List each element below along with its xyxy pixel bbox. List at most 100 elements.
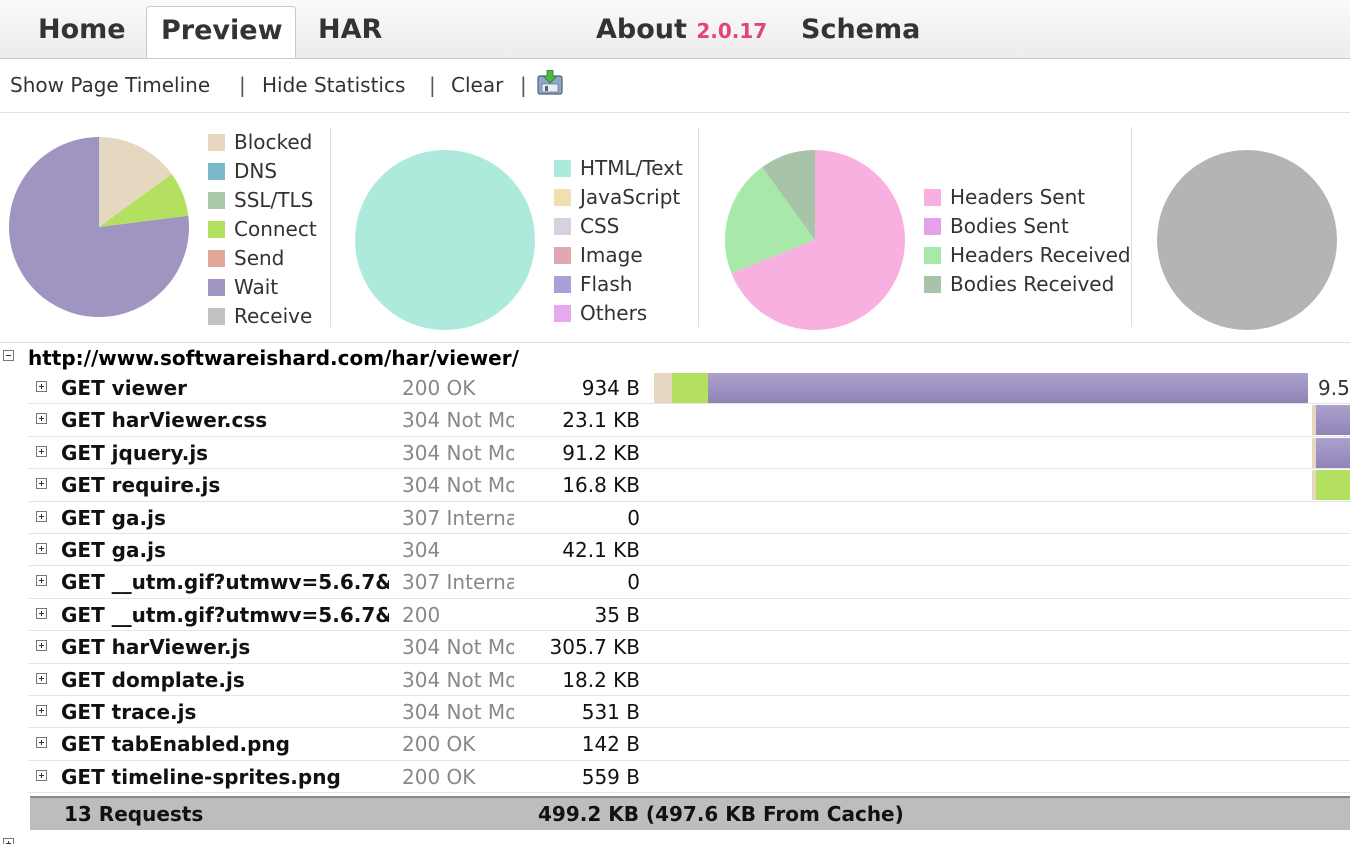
tab-preview[interactable]: Preview [146, 6, 296, 58]
show-page-timeline-button[interactable]: Show Page Timeline [10, 73, 210, 97]
legend-swatch [208, 279, 225, 296]
expand-request-icon[interactable] [36, 413, 47, 425]
divider [698, 127, 699, 327]
request-row[interactable]: GET trace.js 304 Not Modified 531 B [28, 696, 1350, 729]
request-size: 559 B [581, 764, 640, 789]
request-size: 0 [627, 505, 640, 530]
request-url: GET ga.js [61, 505, 166, 530]
request-row[interactable]: GET tabEnabled.png 200 OK 142 B [28, 728, 1350, 761]
content-type-pie-chart [355, 150, 535, 330]
cache-pie-chart [1157, 150, 1337, 330]
timeline-bar-wait [1316, 437, 1350, 468]
request-row[interactable]: GET harViewer.css 304 Not Modified 23.1 KB [28, 404, 1350, 437]
expand-request-icon[interactable] [36, 445, 47, 457]
timeline-bar-connect [672, 373, 708, 403]
legend-label: Headers Received [950, 243, 1131, 267]
legend-label: Receive [234, 304, 313, 328]
toolbar-separator: | [239, 73, 246, 97]
divider [330, 127, 331, 327]
expand-request-icon[interactable] [36, 381, 47, 392]
request-row[interactable]: GET __utm.gif?utmwv=5.6.7&307 Internal R… [28, 566, 1350, 599]
page-url: http://www.softwareishard.com/har/viewer… [28, 346, 519, 370]
tab-schema[interactable]: Schema [801, 14, 920, 45]
expand-request-icon[interactable] [36, 607, 47, 619]
legend-label: HTML/Text [580, 156, 683, 180]
legend-label: Headers Sent [950, 185, 1086, 209]
request-row[interactable]: GET harViewer.js 304 Not Modified 305.7 KB [28, 631, 1350, 664]
divider [1131, 127, 1132, 327]
request-url: GET jquery.js [61, 440, 209, 465]
expand-request-icon[interactable] [36, 769, 47, 781]
request-timeline [654, 665, 1350, 695]
tab-har[interactable]: HAR [318, 14, 382, 45]
request-timeline [654, 762, 1350, 792]
request-row[interactable]: GET domplate.js 304 Not Modified 18.2 KB [28, 664, 1350, 696]
timings-pie-chart [9, 137, 190, 318]
clear-button[interactable]: Clear [451, 73, 503, 97]
legend-swatch [208, 250, 225, 267]
tab-about[interactable]: About 2.0.17 [596, 14, 767, 45]
page-row[interactable]: http://www.softwareishard.com/har/viewer… [0, 342, 1350, 373]
request-url: GET trace.js [61, 699, 197, 724]
request-status: 200 [402, 602, 441, 627]
request-url: GET harViewer.css [61, 408, 268, 433]
legend-label: Blocked [234, 130, 313, 154]
request-size: 142 B [581, 732, 640, 757]
request-status: 307 Internal Redirect [402, 570, 514, 595]
request-row[interactable]: GET timeline-sprites.png 200 OK 559 B [28, 761, 1350, 794]
legend-label: Flash [580, 272, 633, 296]
request-timeline [654, 632, 1350, 662]
legend-label: Others [580, 301, 648, 325]
legend-label: SSL/TLS [234, 188, 314, 212]
request-size: 934 B [581, 376, 640, 400]
request-row[interactable]: GET jquery.js 304 Not Modified 91.2 KB [28, 437, 1350, 470]
save-download-icon[interactable] [536, 70, 564, 96]
expand-request-icon[interactable] [36, 737, 47, 749]
request-row[interactable]: GET ga.js 304 42.1 KB [28, 534, 1350, 567]
pie-slice [355, 150, 535, 330]
collapse-page-icon[interactable] [3, 350, 14, 361]
legend-swatch [924, 276, 941, 293]
version-label: 2.0.17 [696, 19, 768, 43]
legend-swatch [208, 308, 225, 325]
request-url: GET domplate.js [61, 667, 245, 692]
expand-request-icon[interactable] [36, 704, 47, 716]
request-status: 304 Not Modified [402, 635, 514, 660]
request-table: GET viewer 200 OK 934 B 9.5 GET harViewer.cs… [28, 372, 1350, 794]
timeline-bar-wait [1316, 405, 1350, 436]
legend-swatch [924, 247, 941, 264]
legend-label: DNS [234, 159, 278, 183]
hide-statistics-button[interactable]: Hide Statistics [262, 73, 405, 97]
request-timeline [654, 535, 1350, 565]
request-size: 305.7 KB [549, 635, 640, 660]
request-timeline [654, 697, 1350, 727]
request-status: 307 Internal Redirect [402, 505, 514, 530]
request-row[interactable]: GET require.js 304 Not Modified 16.8 KB [28, 469, 1350, 502]
legend-swatch [554, 247, 571, 264]
request-row[interactable]: GET viewer 200 OK 934 B 9.5 [28, 372, 1350, 405]
legend-swatch [208, 221, 225, 238]
expand-request-icon[interactable] [36, 640, 47, 652]
legend-label: Image [580, 243, 643, 267]
request-timeline [654, 470, 1350, 501]
request-timeline: 9.5 [654, 373, 1350, 403]
expand-request-icon[interactable] [36, 575, 47, 587]
tab-about-label: About [596, 14, 687, 45]
request-status: 200 OK [402, 376, 476, 400]
request-size: 23.1 KB [562, 408, 640, 433]
request-row[interactable]: GET __utm.gif?utmwv=5.6.7& 200 35 B [28, 599, 1350, 632]
expand-request-icon[interactable] [36, 478, 47, 490]
request-row[interactable]: GET ga.js 307 Internal Redirect 0 [28, 502, 1350, 534]
expand-request-icon[interactable] [36, 510, 47, 522]
request-url: GET __utm.gif?utmwv=5.6.7& [61, 602, 389, 627]
timeline-bar-connect [1316, 470, 1350, 501]
expand-page-icon[interactable] [3, 838, 14, 844]
tab-home[interactable]: Home [38, 14, 126, 45]
request-url: GET ga.js [61, 537, 166, 562]
request-size: 35 B [594, 602, 640, 627]
expand-request-icon[interactable] [36, 542, 47, 554]
expand-request-icon[interactable] [36, 672, 47, 684]
next-page-row [0, 836, 1350, 844]
request-status: 304 Not Modified [402, 667, 514, 692]
request-status: 304 Not Modified [402, 473, 514, 498]
